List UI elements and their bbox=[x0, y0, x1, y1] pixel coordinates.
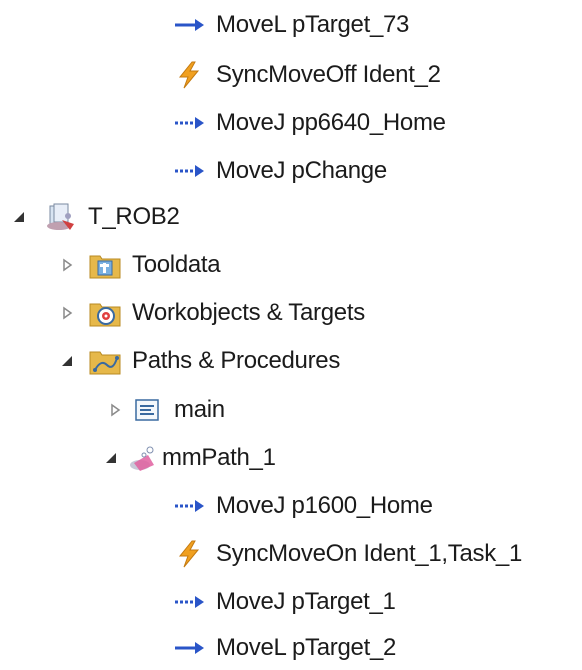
expanded-triangle-icon[interactable] bbox=[100, 447, 122, 469]
movel-arrow-icon bbox=[172, 10, 206, 40]
folder-label: Workobjects & Targets bbox=[132, 299, 365, 326]
instruction-label: SyncMoveOff Ident_2 bbox=[216, 61, 441, 88]
paths-folder-icon bbox=[88, 346, 122, 376]
procedure-icon bbox=[130, 395, 164, 425]
instruction-label: MoveL pTarget_2 bbox=[216, 634, 397, 661]
tree-item-instruction[interactable]: MoveL pTarget_2 bbox=[172, 626, 396, 670]
tree-item-folder-tooldata[interactable]: Tooldata bbox=[56, 243, 221, 287]
instruction-label: SyncMoveOn Ident_1,Task_1 bbox=[216, 540, 523, 567]
tree-item-folder-paths[interactable]: Paths & Procedures bbox=[56, 339, 340, 383]
tree-item-instruction[interactable]: MoveJ pp6640_Home bbox=[172, 101, 446, 145]
instruction-label: MoveJ pTarget_1 bbox=[216, 588, 396, 615]
movej-arrow-icon bbox=[172, 587, 206, 617]
collapsed-triangle-icon[interactable] bbox=[56, 254, 78, 276]
task-icon bbox=[44, 202, 78, 232]
collapsed-triangle-icon[interactable] bbox=[56, 302, 78, 324]
instruction-label: MoveJ pChange bbox=[216, 157, 387, 184]
tree-item-instruction[interactable]: MoveJ p1600_Home bbox=[172, 484, 433, 528]
instruction-label: MoveJ pp6640_Home bbox=[216, 109, 446, 136]
tree-item-instruction[interactable]: MoveJ pChange bbox=[172, 149, 387, 193]
lightning-icon bbox=[172, 539, 206, 569]
path-icon bbox=[126, 443, 160, 473]
workobjects-folder-icon bbox=[88, 298, 122, 328]
movej-arrow-icon bbox=[172, 108, 206, 138]
procedure-label: main bbox=[174, 396, 225, 423]
folder-label: Tooldata bbox=[132, 251, 221, 278]
lightning-icon bbox=[172, 60, 206, 90]
tree-item-path[interactable]: mmPath_1 bbox=[100, 436, 276, 480]
tree-item-task[interactable]: T_ROB2 bbox=[8, 195, 180, 239]
task-label: T_ROB2 bbox=[88, 203, 180, 230]
tooldata-folder-icon bbox=[88, 250, 122, 280]
tree-item-instruction[interactable]: MoveL pTarget_73 bbox=[172, 3, 409, 47]
instruction-label: MoveL pTarget_73 bbox=[216, 11, 410, 38]
tree-item-folder-workobjects[interactable]: Workobjects & Targets bbox=[56, 291, 365, 335]
movej-arrow-icon bbox=[172, 491, 206, 521]
tree-item-instruction[interactable]: MoveJ pTarget_1 bbox=[172, 580, 396, 624]
tree-item-instruction[interactable]: SyncMoveOff Ident_2 bbox=[172, 53, 441, 97]
station-tree: MoveL pTarget_73 SyncMoveOff Ident_2 Mov… bbox=[0, 0, 582, 661]
collapsed-triangle-icon[interactable] bbox=[104, 399, 126, 421]
folder-label: Paths & Procedures bbox=[132, 347, 341, 374]
instruction-label: MoveJ p1600_Home bbox=[216, 492, 433, 519]
path-label: mmPath_1 bbox=[162, 444, 276, 471]
tree-item-instruction[interactable]: SyncMoveOn Ident_1,Task_1 bbox=[172, 532, 522, 576]
tree-item-procedure-main[interactable]: main bbox=[104, 388, 225, 432]
expanded-triangle-icon[interactable] bbox=[8, 206, 30, 228]
movel-arrow-icon bbox=[172, 633, 206, 663]
expanded-triangle-icon[interactable] bbox=[56, 350, 78, 372]
movej-arrow-icon bbox=[172, 156, 206, 186]
